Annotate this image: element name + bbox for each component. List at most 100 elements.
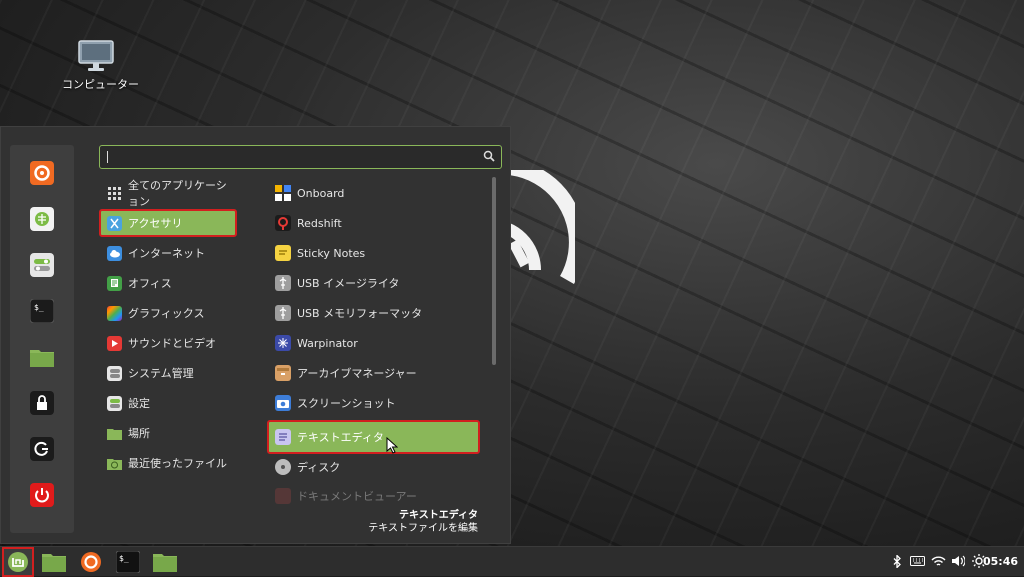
usb-icon — [275, 275, 291, 291]
bluetooth-icon[interactable] — [890, 554, 904, 568]
category-label: グラフィックス — [128, 307, 205, 320]
category-label: 設定 — [128, 397, 150, 410]
app-disks[interactable]: ディスク — [267, 453, 480, 481]
taskbar-terminal[interactable]: $_ — [114, 548, 142, 576]
mouse-pointer-icon — [386, 437, 398, 454]
firefox-icon — [30, 161, 54, 185]
favorite-settings[interactable] — [26, 249, 58, 281]
app-label: アーカイブマネージャー — [297, 367, 417, 380]
cloud-icon — [107, 245, 122, 261]
computer-icon — [78, 40, 114, 71]
system-icon — [107, 365, 122, 381]
category-sound-video[interactable]: サウンドとビデオ — [99, 329, 237, 357]
category-settings[interactable]: 設定 — [99, 389, 237, 417]
usb-icon — [275, 305, 291, 321]
category-label: サウンドとビデオ — [128, 337, 216, 350]
computer-label: コンピューター — [62, 78, 139, 91]
redshift-icon — [275, 215, 291, 231]
firefox-icon — [81, 552, 101, 572]
app-warpinator[interactable]: Warpinator — [267, 329, 480, 357]
search-input[interactable] — [106, 148, 480, 168]
office-icon — [107, 275, 122, 291]
folder-green-icon — [42, 554, 66, 572]
category-places[interactable]: 場所 — [99, 419, 237, 447]
taskbar-files[interactable] — [151, 548, 179, 576]
app-label: ドキュメントビューアー — [297, 490, 417, 503]
category-label: 最近使ったファイル — [128, 457, 227, 470]
application-menu: $_ 全てのアプリケーション アクセサリ インターネット オフィス グラフィック… — [0, 126, 511, 544]
graphics-icon — [107, 305, 122, 321]
app-redshift[interactable]: Redshift — [267, 209, 480, 237]
folder-icon — [30, 350, 54, 367]
lock-icon — [30, 391, 54, 415]
camera-icon — [275, 395, 291, 411]
app-label: ディスク — [297, 461, 341, 474]
category-internet[interactable]: インターネット — [99, 239, 237, 267]
accessories-icon — [107, 215, 122, 231]
category-recent-files[interactable]: 最近使ったファイル — [99, 449, 237, 477]
app-label: Onboard — [297, 186, 345, 200]
favorite-firefox[interactable] — [26, 157, 58, 189]
app-list-scrollbar[interactable] — [492, 177, 496, 365]
category-office[interactable]: オフィス — [99, 269, 237, 297]
settings-toggle-icon — [30, 253, 54, 277]
volume-icon[interactable] — [951, 554, 965, 568]
keyboard-icon[interactable] — [909, 554, 925, 568]
favorite-software-manager[interactable] — [26, 203, 58, 235]
clock[interactable]: 05:46 — [983, 555, 1018, 568]
mint-logo-icon — [8, 552, 28, 572]
category-system-administration[interactable]: システム管理 — [99, 359, 237, 387]
favorites-bar: $_ — [10, 145, 74, 533]
app-label: Redshift — [297, 216, 342, 230]
folder-icon — [107, 426, 122, 441]
terminal-icon: $_ — [116, 551, 140, 573]
app-sticky-notes[interactable]: Sticky Notes — [267, 239, 480, 267]
desktop-icon-computer[interactable]: コンピューター — [62, 40, 139, 92]
app-label: Warpinator — [297, 336, 358, 350]
category-label: オフィス — [128, 277, 172, 290]
taskbar: $_ 05:46 — [0, 546, 1024, 577]
description-subtitle: テキストファイルを編集 — [368, 523, 478, 534]
app-usb-stick-formatter[interactable]: USB メモリフォーマッタ — [267, 299, 480, 327]
app-archive-manager[interactable]: アーカイブマネージャー — [267, 359, 480, 387]
terminal-icon: $_ — [30, 299, 54, 323]
search-box[interactable] — [99, 145, 502, 169]
power-icon — [30, 483, 54, 507]
app-text-editor[interactable]: テキストエディタ — [267, 420, 480, 454]
onboard-icon — [275, 185, 291, 201]
favorite-terminal[interactable]: $_ — [26, 295, 58, 327]
app-usb-image-writer[interactable]: USB イメージライタ — [267, 269, 480, 297]
app-label: スクリーンショット — [297, 397, 396, 410]
category-graphics[interactable]: グラフィックス — [99, 299, 237, 327]
app-label: Sticky Notes — [297, 246, 366, 260]
play-icon — [107, 335, 122, 351]
favorite-logout[interactable] — [26, 433, 58, 465]
disk-icon — [275, 459, 291, 475]
app-label: テキストエディタ — [297, 431, 384, 444]
app-description: テキストエディタ テキストファイルを編集 — [368, 509, 478, 535]
favorite-shutdown[interactable] — [26, 479, 58, 511]
app-document-viewer[interactable]: ドキュメントビューアー — [267, 482, 480, 510]
favorite-files[interactable] — [26, 341, 58, 373]
search-icon[interactable] — [483, 150, 495, 162]
settings-icon — [107, 395, 122, 411]
category-label: システム管理 — [128, 367, 194, 380]
folder-icon — [153, 554, 177, 572]
svg-text:$_: $_ — [34, 303, 44, 312]
recent-folder-icon — [107, 456, 122, 471]
app-screenshot[interactable]: スクリーンショット — [267, 389, 480, 417]
category-label: アクセサリ — [128, 217, 183, 230]
menu-button[interactable] — [2, 547, 34, 577]
taskbar-show-desktop[interactable] — [40, 548, 68, 576]
favorite-lock-screen[interactable] — [26, 387, 58, 419]
app-onboard[interactable]: Onboard — [267, 179, 480, 207]
warpinator-icon — [275, 335, 291, 351]
wifi-icon[interactable] — [930, 554, 946, 568]
svg-text:$_: $_ — [119, 554, 129, 563]
category-accessories[interactable]: アクセサリ — [99, 209, 237, 237]
taskbar-firefox[interactable] — [77, 548, 105, 576]
category-all-applications[interactable]: 全てのアプリケーション — [99, 179, 237, 208]
app-label: USB メモリフォーマッタ — [297, 307, 423, 320]
category-label: インターネット — [128, 247, 205, 260]
description-title: テキストエディタ — [399, 510, 478, 521]
